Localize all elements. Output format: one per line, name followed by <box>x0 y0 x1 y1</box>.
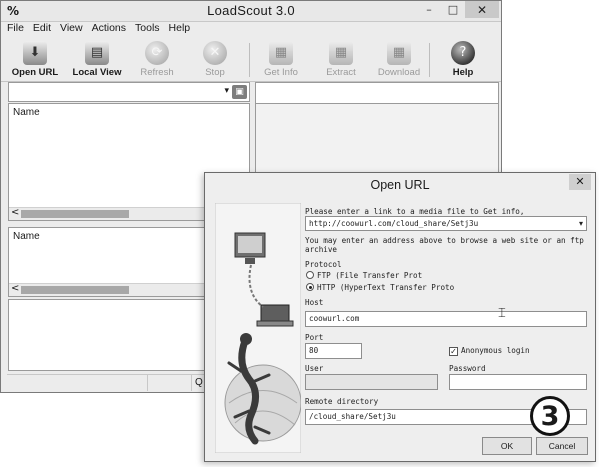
step-number-badge: 3 <box>530 396 570 436</box>
mouse-cursor-icon: ⌶ <box>498 306 506 321</box>
open-url-button[interactable]: ⬇ Open URL <box>5 39 65 81</box>
help-label: Help <box>452 67 474 78</box>
menu-help[interactable]: Help <box>169 22 191 38</box>
host-input[interactable]: coowurl.com <box>305 311 587 327</box>
name-column-header[interactable]: Name <box>13 231 40 242</box>
radio-icon <box>306 271 314 279</box>
download-label: Download <box>377 67 421 78</box>
open-url-label: Open URL <box>11 67 59 78</box>
user-label: User <box>305 364 324 373</box>
stop-label: Stop <box>205 67 225 78</box>
port-label: Port <box>305 333 324 342</box>
hint-text: You may enter an address above to browse… <box>305 236 584 245</box>
get-info-label: Get Info <box>264 67 298 78</box>
scroll-left-icon[interactable]: < <box>11 283 19 294</box>
title-bar[interactable]: % LoadScout 3.0 – □ ✕ <box>1 1 501 22</box>
toolbar-separator <box>249 43 250 77</box>
dialog-close-button[interactable]: ✕ <box>569 174 591 190</box>
download-button[interactable]: ▦ Download <box>369 39 429 81</box>
toolbar-separator <box>429 43 430 77</box>
menu-actions[interactable]: Actions <box>92 22 126 38</box>
url-input[interactable]: http://coowurl.com/cloud_share/Setj3u ▾ <box>305 216 587 231</box>
extract-label: Extract <box>326 67 356 78</box>
status-cell <box>7 375 148 391</box>
port-value: 80 <box>309 346 319 355</box>
protocol-label: Protocol <box>305 260 342 269</box>
menu-file[interactable]: File <box>7 22 24 38</box>
ftp-label: FTP (File Transfer Prot <box>317 271 423 280</box>
anonymous-login-checkbox[interactable]: ✓ Anonymous login <box>449 346 530 356</box>
download-icon: ▦ <box>387 41 411 65</box>
name-column-header[interactable]: Name <box>13 107 40 118</box>
refresh-button[interactable]: ⟳ Refresh <box>127 39 187 81</box>
menu-tools[interactable]: Tools <box>135 22 160 38</box>
refresh-label: Refresh <box>140 67 174 78</box>
folder-icon[interactable]: ▣ <box>232 85 247 99</box>
maximize-button[interactable]: □ <box>441 1 465 18</box>
menu-view[interactable]: View <box>60 22 83 38</box>
remote-directory-label: Remote directory <box>305 397 379 406</box>
scroll-left-icon[interactable]: < <box>11 207 19 218</box>
help-icon: ? <box>451 41 475 65</box>
password-input[interactable] <box>449 374 587 390</box>
local-view-icon: ▤ <box>85 41 109 65</box>
hint-text: archive <box>305 245 338 254</box>
extract-icon: ▦ <box>329 41 353 65</box>
menu-bar: File Edit View Actions Tools Help <box>1 22 501 38</box>
toolbar: ⬇ Open URL ▤ Local View ⟳ Refresh ✕ Stop… <box>1 39 501 82</box>
menu-edit[interactable]: Edit <box>33 22 51 38</box>
address-combo[interactable]: ▾ ▣ <box>8 82 250 102</box>
status-cell <box>147 375 192 391</box>
status-text: Q <box>195 377 203 388</box>
user-input[interactable] <box>305 374 438 390</box>
chevron-down-icon[interactable]: ▾ <box>579 219 583 228</box>
ok-button[interactable]: OK <box>482 437 532 455</box>
port-input[interactable]: 80 <box>305 343 362 359</box>
chevron-down-icon[interactable]: ▾ <box>224 86 229 96</box>
dialog-title: Open URL <box>370 178 430 192</box>
right-pane-header <box>255 82 499 104</box>
host-label: Host <box>305 298 324 307</box>
get-info-button[interactable]: ▦ Get Info <box>251 39 311 81</box>
get-info-icon: ▦ <box>269 41 293 65</box>
checkmark-icon: ✓ <box>449 347 458 356</box>
close-button[interactable]: ✕ <box>465 1 499 18</box>
url-value: http://coowurl.com/cloud_share/Setj3u <box>309 219 479 228</box>
dialog-illustration <box>215 203 301 453</box>
scroll-thumb[interactable] <box>21 210 129 218</box>
protocol-http-radio[interactable]: HTTP (HyperText Transfer Proto <box>306 283 454 292</box>
stop-icon: ✕ <box>203 41 227 65</box>
extract-button[interactable]: ▦ Extract <box>311 39 371 81</box>
password-label: Password <box>449 364 486 373</box>
open-url-icon: ⬇ <box>23 41 47 65</box>
minimize-button[interactable]: – <box>417 1 441 18</box>
remote-directory-value: /cloud_share/Setj3u <box>309 412 396 421</box>
cancel-button[interactable]: Cancel <box>536 437 588 455</box>
stop-button[interactable]: ✕ Stop <box>185 39 245 81</box>
radio-selected-icon <box>306 283 314 291</box>
http-label: HTTP (HyperText Transfer Proto <box>317 283 455 292</box>
instruction-text: Please enter a link to a media file to G… <box>305 207 525 216</box>
scroll-thumb[interactable] <box>21 286 129 294</box>
local-view-label: Local View <box>72 67 122 78</box>
protocol-ftp-radio[interactable]: FTP (File Transfer Prot <box>306 271 422 280</box>
help-button[interactable]: ? Help <box>433 39 493 81</box>
host-value: coowurl.com <box>309 314 360 323</box>
local-view-button[interactable]: ▤ Local View <box>67 39 127 81</box>
anonymous-login-label: Anonymous login <box>461 346 530 355</box>
refresh-icon: ⟳ <box>145 41 169 65</box>
